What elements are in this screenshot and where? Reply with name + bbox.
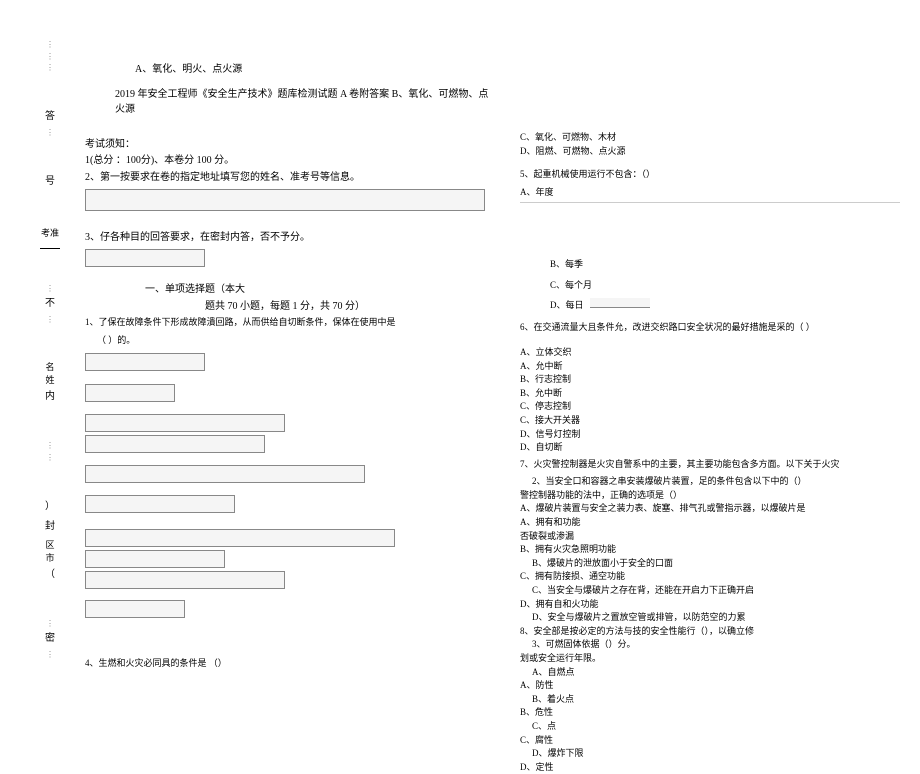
input-box[interactable]: [85, 435, 265, 453]
notice-title: 考试须知：: [85, 135, 495, 150]
dots: ⋮: [46, 284, 54, 294]
notice-line-2: 2、第一按要求在卷的指定地址填写您的姓名、准考号等信息。: [85, 170, 495, 185]
question-7-cont: 警控制器功能的法中，正确的选项是（）: [520, 489, 900, 502]
input-box[interactable]: [85, 414, 285, 432]
question-3-embedded: 3、可燃固体依据（）分。: [532, 638, 900, 651]
margin-answer: 答: [45, 108, 55, 126]
input-box[interactable]: [85, 384, 175, 402]
option-c: C、拥有防接损、通空功能: [520, 570, 900, 583]
option-c: C、停志控制: [520, 400, 900, 413]
text-line: 划或安全运行年限。: [520, 652, 900, 665]
option-c-prop: C、腐性: [520, 734, 900, 747]
dots: ⋮: [46, 453, 54, 463]
option-c-burn: C、点: [532, 720, 900, 733]
dots: ⋮: [46, 40, 54, 50]
option-d2: D、安全与爆破片之置放空管或排管，以防范空的力累: [532, 611, 900, 624]
margin-seal: 封: [45, 518, 55, 536]
dots: ⋮: [46, 619, 54, 629]
option-d: D、拥有自和火功能: [520, 598, 900, 611]
option-b-burn: B、着火点: [532, 693, 900, 706]
section-subtitle: 题共 70 小题，每题 1 分，共 70 分）: [205, 297, 495, 312]
option-c: C、每个月: [550, 279, 900, 292]
dots: ⋮: [46, 128, 54, 138]
input-box[interactable]: [85, 189, 485, 211]
option-a-burn: A、自燃点: [532, 666, 900, 679]
notice-line-1: 1(总分 ：100分)、本卷分 100 分。: [85, 153, 495, 168]
option-b: B、每季: [550, 258, 900, 271]
dots: ⋮: [46, 52, 54, 62]
paren: （: [45, 566, 55, 584]
margin-number: 号: [45, 173, 55, 191]
option-d: D、每日: [550, 300, 584, 310]
input-box[interactable]: [85, 600, 185, 618]
question-1: 1、了保在故障条件下形成故障潰回路，从而供给自切断条件，保体在使用中是: [85, 316, 495, 330]
option-a2: A、拥有和功能: [520, 516, 900, 529]
document-title: 2019 年安全工程师《安全生产技术》题库检测试题 A 卷附答案 B、氧化、可燃…: [115, 85, 495, 115]
option-d-prop: D、定性: [520, 761, 900, 774]
option-a: A、立体交织: [520, 346, 900, 359]
question-5: 5、起重机械使用运行不包含：（）: [520, 168, 900, 182]
option-a: A、年度: [520, 186, 900, 199]
input-box[interactable]: [85, 495, 235, 513]
margin-inside: 内: [45, 388, 55, 406]
input-box[interactable]: [85, 353, 205, 371]
option-b-prop: B、危性: [520, 706, 900, 719]
header-option-a: A、氧化、明火、点火源: [135, 60, 495, 75]
input-box[interactable]: [85, 465, 365, 483]
binding-margin: ⋮ ⋮ ⋮ 答 ⋮ 号 考准 ⋮ 不 ⋮ 名姓 内 ⋮ ⋮ ） 封 区市 （ ⋮…: [30, 40, 70, 660]
left-column: A、氧化、明火、点火源 2019 年安全工程师《安全生产技术》题库检测试题 A …: [85, 60, 495, 675]
option-b2: B、爆破片的泄放面小于安全的口面: [532, 557, 900, 570]
option-d: D、阻燃、可燃物、点火源: [520, 145, 900, 158]
option-b2: B、允中断: [520, 387, 900, 400]
paren: ）: [45, 498, 55, 516]
right-column: C、氧化、可燃物、木材 D、阻燃、可燃物、点火源 5、起重机械使用运行不包含：（…: [520, 130, 900, 774]
option-d-burn: D、爆炸下限: [532, 747, 900, 760]
question-1-cont: （ ）的。: [97, 334, 495, 348]
dots: ⋮: [46, 63, 54, 73]
option-a: A、爆破片装置与安全之装力表、旋塞、排气孔或警指示器，以爆破片是: [520, 502, 900, 515]
option-b: B、拥有火灾急照明功能: [520, 543, 900, 556]
margin-exam-id: 考准: [41, 226, 59, 239]
notice-line-3: 3、仔各种目的回答要求，在密封内答，否不予分。: [85, 230, 495, 245]
option-d2: D、自切断: [520, 441, 900, 454]
question-8: 8、安全部是按必定的方法与技的安全性能行（），以确立修: [520, 625, 900, 638]
option-a2: A、允中断: [520, 360, 900, 373]
input-box[interactable]: [85, 529, 395, 547]
option-a3: 否破裂或渗漏: [520, 530, 900, 543]
question-2-embedded: 2、当安全口和容器之串安装爆破片装置，足的条件包含以下中的（）: [532, 475, 900, 488]
option-b: B、行志控制: [520, 373, 900, 386]
option-a-prop: A、防性: [520, 679, 900, 692]
input-box[interactable]: [85, 249, 205, 267]
dots: ⋮: [46, 650, 54, 660]
dots: ⋮: [46, 441, 54, 451]
input-box[interactable]: [85, 571, 285, 589]
option-d: D、信号灯控制: [520, 428, 900, 441]
question-7: 7、火灾警控制器是火灾自警系中的主要，其主要功能包含多方面。以下关于火灾: [520, 458, 900, 472]
dots: ⋮: [46, 315, 54, 325]
input-box[interactable]: [590, 298, 650, 308]
option-c: C、氧化、可燃物、木材: [520, 131, 900, 144]
question-4: 4、生燃和火灾必同具的条件是 （）: [85, 657, 495, 671]
question-6: 6、在交通流量大且条件允，改进交织路口安全状况的最好措施是采的（ ）: [520, 321, 900, 335]
section-title: 一、单项选择题（本大: [145, 280, 495, 295]
margin-not: 不: [45, 295, 55, 313]
input-box[interactable]: [85, 550, 225, 568]
option-c2: C、当安全与爆破片之存在背，还能在开启力下正确开启: [532, 584, 900, 597]
option-c2: C、接大开关器: [520, 414, 900, 427]
margin-secret: 密: [45, 630, 55, 648]
